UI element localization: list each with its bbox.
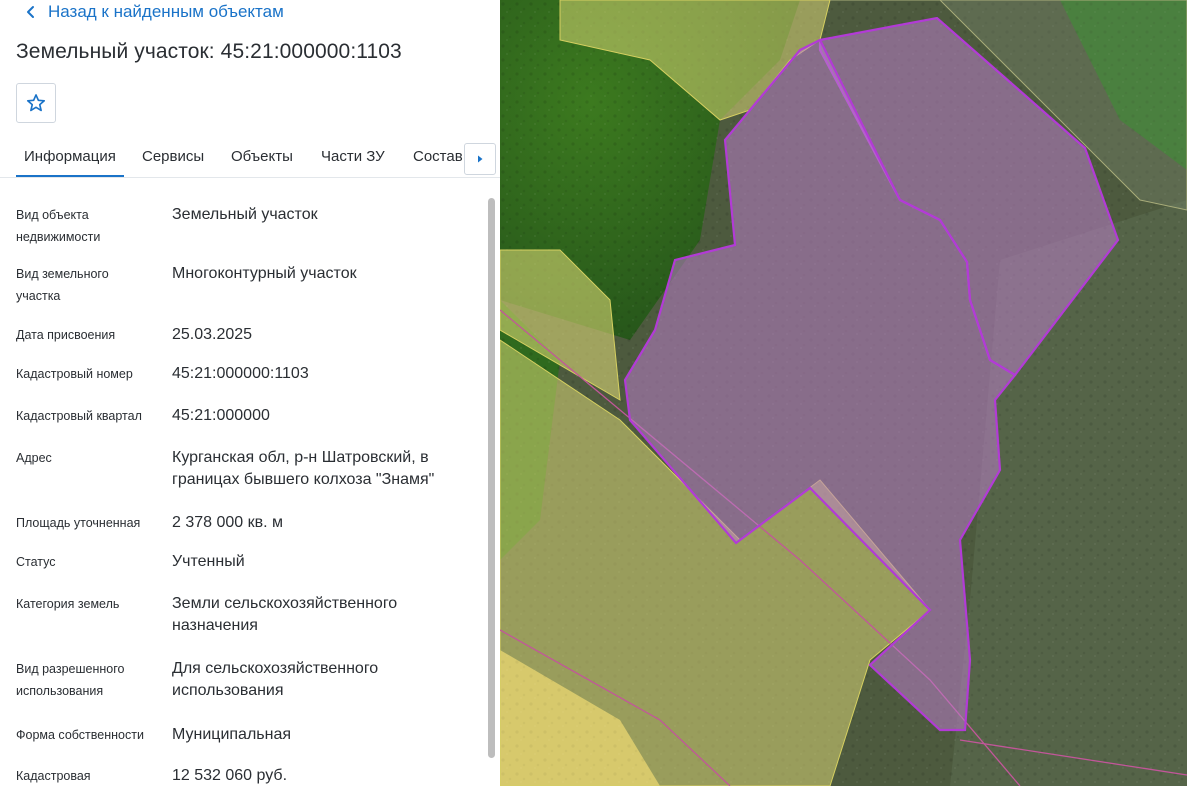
field-label: Вид разрешенного использования: [16, 662, 125, 698]
tab-bar: Информация Сервисы Объекты Части ЗУ Сост…: [0, 138, 500, 178]
tab-parts[interactable]: Части ЗУ: [321, 148, 385, 165]
info-row-cadastral-value: Кадастровая 12 532 060 руб.: [16, 765, 476, 786]
field-label: Вид земельного участка: [16, 267, 109, 303]
field-value: 12 532 060 руб.: [172, 767, 288, 784]
info-row-status: Статус Учтенный: [16, 551, 476, 575]
tab-composition[interactable]: Состав: [413, 148, 463, 165]
field-label: Форма собственности: [16, 728, 144, 742]
back-link[interactable]: Назад к найденным объектам: [22, 2, 284, 22]
field-label: Вид объекта недвижимости: [16, 208, 101, 244]
field-label: Кадастровый номер: [16, 367, 133, 381]
info-row-category: Категория земель Земли сельскохозяйствен…: [16, 593, 476, 639]
map-view[interactable]: [500, 0, 1187, 786]
field-value: Земли сельскохозяйственного назначения: [172, 595, 398, 634]
tab-services[interactable]: Сервисы: [142, 148, 204, 165]
page-title: Земельный участок: 45:21:000000:1103: [16, 40, 402, 63]
field-label: Дата присвоения: [16, 328, 116, 342]
field-value: Учтенный: [172, 553, 245, 570]
info-row-cadastral-number: Кадастровый номер 45:21:000000:1103: [16, 363, 476, 387]
info-row-object-type: Вид объекта недвижимости Земельный участо…: [16, 204, 476, 250]
field-label: Кадастровая: [16, 769, 91, 783]
info-row-permitted-use: Вид разрешенного использования Для сельск…: [16, 658, 476, 704]
field-value: 25.03.2025: [172, 326, 253, 343]
star-icon: [26, 94, 46, 112]
field-value: Курганская обл, р-н Шатровский, в граница…: [172, 449, 435, 488]
field-value: Муниципальная: [172, 726, 292, 743]
field-value: Для сельскохозяйственного использования: [172, 660, 379, 699]
back-link-label: Назад к найденным объектам: [48, 2, 284, 21]
info-row-cadastral-quarter: Кадастровый квартал 45:21:000000: [16, 405, 476, 429]
info-row-address: Адрес Курганская обл, р-н Шатровский, вг…: [16, 447, 476, 493]
field-label: Адрес: [16, 451, 52, 465]
info-row-land-type: Вид земельного участка Многоконтурный уча…: [16, 263, 476, 309]
info-row-date: Дата присвоения 25.03.2025: [16, 324, 476, 348]
tab-objects[interactable]: Объекты: [231, 148, 293, 165]
field-label: Площадь уточненная: [16, 516, 141, 530]
info-row-area: Площадь уточненная 2 378 000 кв. м: [16, 512, 476, 536]
field-label: Статус: [16, 555, 56, 569]
field-value: 2 378 000 кв. м: [172, 514, 284, 531]
tab-information[interactable]: Информация: [16, 148, 124, 177]
tabs-next-button[interactable]: [464, 143, 496, 175]
field-value: 45:21:000000: [172, 407, 270, 424]
map-canvas[interactable]: [500, 0, 1187, 786]
scrollbar-thumb[interactable]: [488, 198, 495, 758]
caret-right-icon: [478, 155, 483, 163]
field-label: Категория земель: [16, 597, 120, 611]
field-label: Кадастровый квартал: [16, 409, 142, 423]
field-value: 45:21:000000:1103: [172, 365, 309, 382]
field-value: Земельный участок: [172, 206, 318, 223]
favorite-button[interactable]: [16, 83, 56, 123]
info-row-ownership: Форма собственности Муниципальная: [16, 724, 476, 748]
info-panel: Назад к найденным объектам Земельный уча…: [0, 0, 500, 786]
chevron-left-icon: [27, 6, 34, 18]
field-value: Многоконтурный участок: [172, 265, 357, 282]
